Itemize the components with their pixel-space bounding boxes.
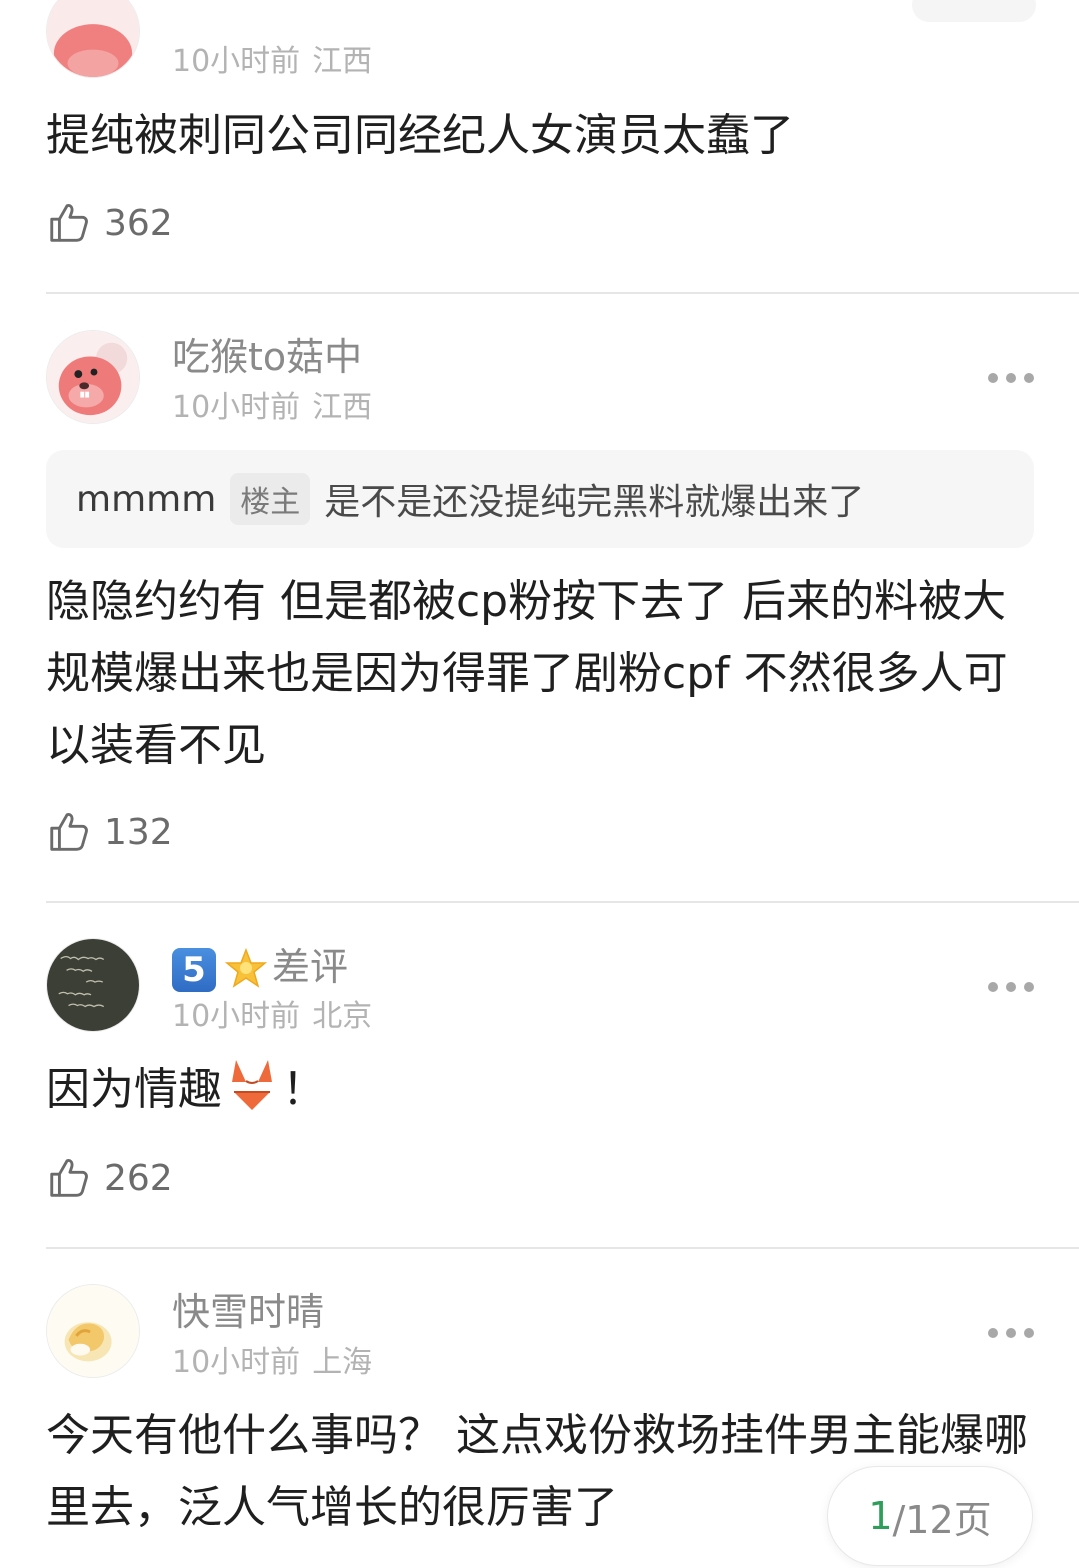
username[interactable]: 吃猴to菇中: [172, 334, 362, 380]
comment-location: 北京: [312, 999, 373, 1034]
comment-content: 因为情趣 ！: [46, 1054, 1036, 1126]
comment-location: 上海: [312, 1345, 373, 1380]
avatar[interactable]: [46, 938, 140, 1032]
more-dots-icon: [988, 373, 998, 383]
like-count: 362: [104, 202, 173, 244]
comment-meta: 10小时前 江西: [172, 44, 372, 80]
username[interactable]: 差评: [272, 945, 348, 989]
thumbs-up-icon: [50, 1159, 88, 1197]
page-indicator[interactable]: 1/12页: [827, 1466, 1033, 1566]
follow-button[interactable]: [912, 0, 1036, 22]
more-dots-icon: [988, 1328, 998, 1338]
comment-divider: [46, 901, 1079, 903]
more-options-button[interactable]: [988, 980, 1034, 994]
comment-meta: 10小时前 上海: [172, 1345, 372, 1381]
more-dots-icon: [988, 982, 998, 992]
comment-time: 10小时前: [172, 999, 301, 1034]
total-pages: /12页: [892, 1497, 992, 1542]
comment-location: 江西: [312, 390, 373, 425]
comment-meta: 10小时前 北京: [172, 999, 372, 1035]
comment-time: 10小时前: [172, 44, 301, 79]
comment-location: 江西: [312, 44, 373, 79]
comment-divider: [46, 292, 1079, 294]
comment-time: 10小时前: [172, 1345, 301, 1380]
current-page: 1: [868, 1494, 893, 1538]
more-options-button[interactable]: [988, 371, 1034, 385]
comment-thread: 10小时前 江西 提纯被刺同公司同经纪人女演员太蠢了 362 吃猴to菇中 10小…: [0, 0, 1079, 1568]
username-row[interactable]: 5 差评: [172, 944, 348, 994]
avatar[interactable]: [46, 1284, 140, 1378]
thumbs-up-icon: [50, 813, 88, 851]
comment-text-end: ！: [282, 1064, 326, 1115]
quoted-username[interactable]: mmmm: [76, 479, 216, 520]
level-badge: 5: [172, 947, 216, 992]
like-count: 262: [104, 1157, 173, 1199]
beaver-avatar-image: [47, 0, 139, 77]
comment-content: 提纯被刺同公司同经纪人女演员太蠢了: [46, 110, 794, 161]
avatar[interactable]: [46, 330, 140, 424]
more-options-button[interactable]: [988, 1326, 1034, 1340]
avatar[interactable]: [46, 0, 140, 78]
comment-content: 隐隐约约有 但是都被cp粉按下去了 后来的料被大规模爆出来也是因为得罪了剧粉cp…: [46, 576, 1008, 771]
quoted-text: 是不是还没提纯完黑料就爆出来了: [324, 482, 865, 523]
comment-text: 因为情趣: [46, 1064, 222, 1115]
quoted-reply[interactable]: mmmm 楼主 是不是还没提纯完黑料就爆出来了: [46, 450, 1034, 548]
comment-time: 10小时前: [172, 390, 301, 425]
bikini-emoji: [232, 1060, 272, 1110]
like-count: 132: [104, 811, 173, 853]
comment-meta: 10小时前 江西: [172, 390, 372, 426]
chalkboard-avatar-image: [47, 939, 139, 1031]
cat-avatar-image: [47, 1285, 139, 1377]
like-button[interactable]: 362: [46, 198, 173, 248]
thumbs-up-icon: [50, 204, 88, 242]
username[interactable]: 快雪时晴: [172, 1289, 324, 1335]
like-button[interactable]: 262: [46, 1153, 173, 1203]
op-badge: 楼主: [230, 473, 311, 525]
beaver-avatar-image: [47, 331, 139, 423]
comment-divider: [46, 1247, 1079, 1249]
star-icon: [224, 947, 268, 988]
like-button[interactable]: 132: [46, 807, 173, 857]
